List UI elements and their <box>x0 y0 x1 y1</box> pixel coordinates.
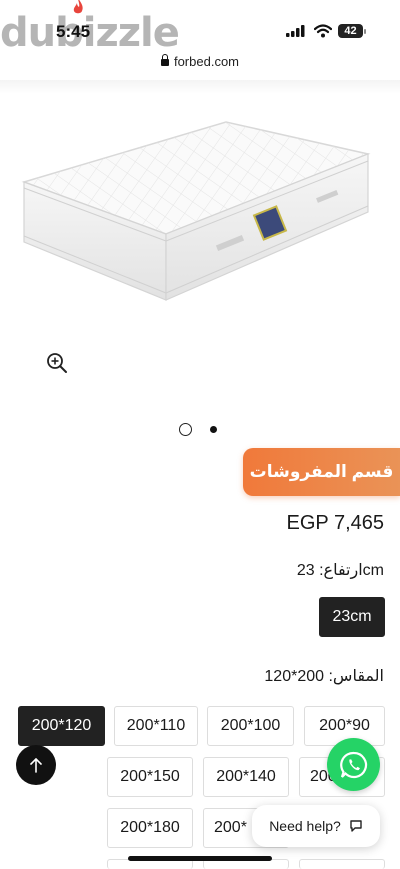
height-chip-23cm[interactable]: 23cm <box>319 597 385 637</box>
whatsapp-button[interactable] <box>327 738 380 791</box>
size-chip-200x150[interactable]: 200*150 <box>107 757 193 797</box>
toolbar-divider <box>0 80 400 94</box>
product-image-mattress[interactable] <box>16 112 376 312</box>
need-help-label: Need help? <box>269 818 341 834</box>
chat-bubble-icon <box>350 820 362 832</box>
lock-icon <box>160 54 169 66</box>
url-text: forbed.com <box>173 54 240 69</box>
product-price: EGP 7,465 <box>286 512 384 534</box>
size-option-label: المقاس: 200*120 <box>264 668 384 685</box>
battery-icon: 42 <box>338 24 366 38</box>
wifi-icon <box>314 24 332 38</box>
size-chip-row4-c[interactable] <box>299 859 385 869</box>
signal-icon <box>286 25 305 37</box>
category-badge[interactable]: قسم المفروشات <box>243 448 400 496</box>
home-indicator <box>128 856 272 861</box>
size-chip-200x120[interactable]: 200*120 <box>18 706 105 746</box>
status-bar: dubizzle 5:45 42 <box>0 0 400 56</box>
scroll-to-top-button[interactable] <box>16 745 56 785</box>
need-help-button[interactable]: Need help? <box>252 805 380 847</box>
height-option-label: ارتفاع: 23cm <box>296 562 384 579</box>
whatsapp-icon <box>339 751 367 778</box>
pagination-dot-1[interactable] <box>179 423 192 436</box>
size-chip-200x140[interactable]: 200*140 <box>203 757 289 797</box>
arrow-up-icon <box>30 758 42 773</box>
size-chip-200x110[interactable]: 200*110 <box>114 706 198 746</box>
zoom-icon[interactable] <box>46 352 68 374</box>
size-chip-200x100[interactable]: 200*100 <box>207 706 294 746</box>
status-time: 5:45 <box>56 22 91 41</box>
size-chip-200x180[interactable]: 200*180 <box>107 808 193 848</box>
pagination-dot-2[interactable] <box>210 426 217 433</box>
address-bar[interactable]: forbed.com <box>0 54 400 69</box>
image-pagination <box>0 423 400 437</box>
flame-icon <box>73 0 83 14</box>
